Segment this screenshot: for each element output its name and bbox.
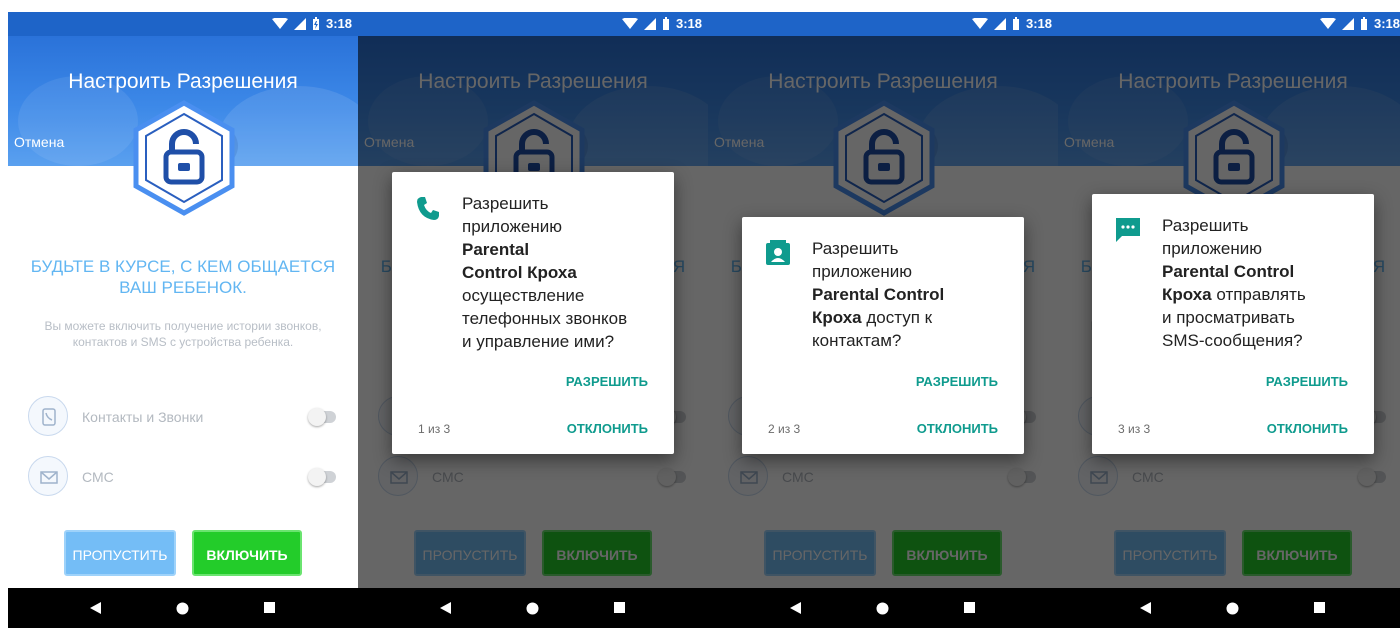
page-title: Настроить Разрешения bbox=[68, 70, 298, 93]
signal-icon bbox=[643, 17, 656, 30]
deny-button[interactable]: ОТКЛОНИТЬ bbox=[1267, 421, 1348, 436]
cancel-link[interactable]: Отмена bbox=[14, 134, 64, 150]
phone-icon bbox=[417, 197, 439, 220]
status-bar: 3:18 bbox=[358, 12, 708, 36]
sms-icon bbox=[1116, 218, 1140, 242]
status-bar: 3:18 bbox=[708, 12, 1058, 36]
dialog-message: Разрешить приложению Parental Control Кр… bbox=[1162, 216, 1306, 350]
permission-row-contacts[interactable]: Контакты и Звонки bbox=[28, 396, 338, 440]
recents-icon[interactable] bbox=[264, 602, 276, 614]
navigation-bar bbox=[708, 588, 1058, 628]
dialog-counter: 3 из 3 bbox=[1118, 422, 1151, 436]
recents-icon[interactable] bbox=[614, 602, 626, 614]
permission-dialog: Разрешить приложению Parental Control Кр… bbox=[1092, 194, 1374, 454]
permission-dialog: Разрешить приложению Parental Control Кр… bbox=[392, 172, 674, 454]
signal-icon bbox=[1341, 17, 1354, 30]
back-icon[interactable] bbox=[1140, 602, 1152, 614]
skip-button[interactable]: ПРОПУСТИТЬ bbox=[64, 530, 176, 576]
allow-button[interactable]: РАЗРЕШИТЬ bbox=[916, 374, 998, 389]
permission-row-sms[interactable]: СМС bbox=[28, 456, 338, 500]
battery-icon bbox=[1360, 17, 1367, 30]
enable-button[interactable]: ВКЛЮЧИТЬ bbox=[192, 530, 302, 576]
navigation-bar bbox=[1058, 588, 1400, 628]
home-icon[interactable] bbox=[1226, 602, 1239, 615]
battery-icon bbox=[312, 17, 319, 30]
wifi-icon bbox=[971, 17, 988, 29]
status-time: 3:18 bbox=[325, 16, 352, 31]
signal-icon bbox=[293, 17, 306, 30]
dialog-message: Разрешить приложению Parental Control Кр… bbox=[812, 239, 945, 350]
phone-screen-1: 3:18 Настроить Разрешения Отмена БУДЬТЕ … bbox=[8, 12, 358, 628]
signal-icon bbox=[993, 17, 1006, 30]
sms-toggle[interactable] bbox=[308, 468, 338, 486]
allow-button[interactable]: РАЗРЕШИТЬ bbox=[1266, 374, 1348, 389]
back-icon[interactable] bbox=[440, 602, 452, 614]
headline: БУДЬТЕ В КУРСЕ, С КЕМ ОБЩАЕТСЯ ВАШ РЕБЕН… bbox=[30, 257, 336, 297]
screenshot-strip: 3:18 Настроить Разрешения Отмена БУДЬТЕ … bbox=[0, 0, 1400, 628]
permission-label: Контакты и Звонки bbox=[82, 409, 204, 425]
wifi-icon bbox=[621, 17, 638, 29]
navigation-bar bbox=[358, 588, 708, 628]
home-icon[interactable] bbox=[176, 602, 189, 615]
battery-icon bbox=[662, 17, 669, 30]
status-time: 3:18 bbox=[675, 16, 702, 31]
recents-icon[interactable] bbox=[964, 602, 976, 614]
wifi-icon bbox=[1319, 17, 1336, 29]
phone-screen-4: 3:18 Настроить Разрешения Отмена БУДЬТЕ … bbox=[1058, 12, 1400, 628]
back-icon[interactable] bbox=[790, 602, 802, 614]
battery-icon bbox=[1012, 17, 1019, 30]
dialog-message: Разрешить приложению Parental Control Кр… bbox=[462, 194, 628, 351]
recents-icon[interactable] bbox=[1314, 602, 1326, 614]
phone-screen-2: 3:18 Настроить Разрешения Отмена БУДЬТЕ … bbox=[358, 12, 708, 628]
permission-dialog: Разрешить приложению Parental Control Кр… bbox=[742, 217, 1024, 454]
navigation-bar bbox=[8, 588, 358, 628]
contacts-phone-icon bbox=[28, 396, 68, 436]
back-icon[interactable] bbox=[90, 602, 102, 614]
status-time: 3:18 bbox=[1373, 16, 1400, 31]
permission-label: СМС bbox=[82, 469, 114, 485]
dialog-counter: 2 из 3 bbox=[768, 422, 801, 436]
contacts-icon bbox=[766, 240, 790, 265]
wifi-icon bbox=[271, 17, 288, 29]
phone-screen-3: 3:18 Настроить Разрешения Отмена БУДЬТЕ … bbox=[708, 12, 1058, 628]
home-icon[interactable] bbox=[526, 602, 539, 615]
contacts-toggle[interactable] bbox=[308, 408, 338, 426]
status-time: 3:18 bbox=[1025, 16, 1052, 31]
dialog-counter: 1 из 3 bbox=[418, 422, 451, 436]
lock-hexagon-icon bbox=[133, 100, 235, 216]
deny-button[interactable]: ОТКЛОНИТЬ bbox=[567, 421, 648, 436]
home-icon[interactable] bbox=[876, 602, 889, 615]
description: Вы можете включить получение истории зво… bbox=[44, 319, 322, 349]
envelope-icon bbox=[28, 456, 68, 496]
status-bar: 3:18 bbox=[1058, 12, 1400, 36]
deny-button[interactable]: ОТКЛОНИТЬ bbox=[917, 421, 998, 436]
allow-button[interactable]: РАЗРЕШИТЬ bbox=[566, 374, 648, 389]
status-bar: 3:18 bbox=[8, 12, 358, 36]
